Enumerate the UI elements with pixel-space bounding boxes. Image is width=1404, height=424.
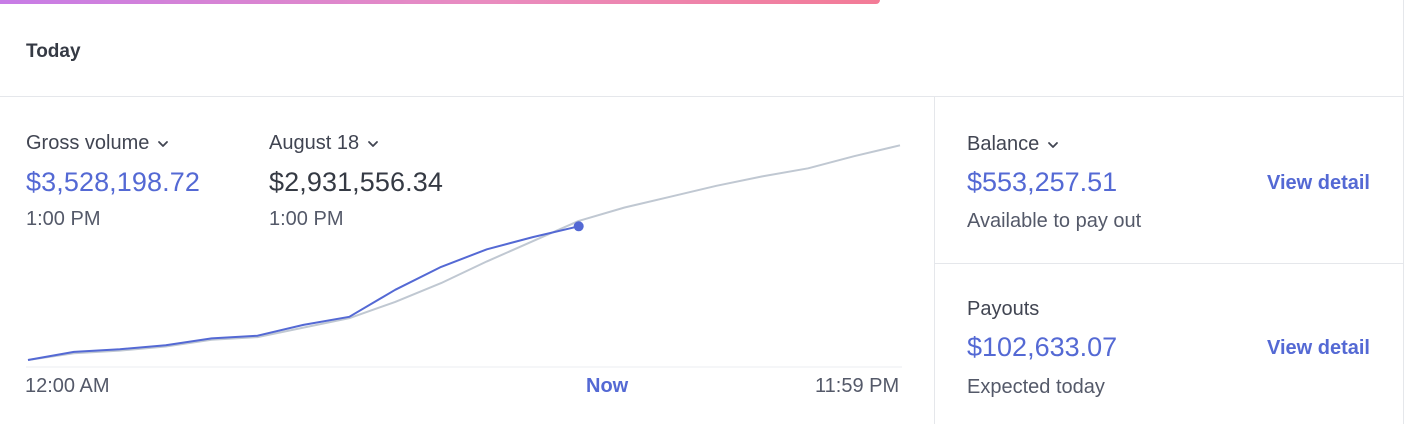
payouts-label: Payouts [967,298,1040,320]
balance-selector[interactable]: Balance [967,133,1059,156]
current-point-marker [573,221,584,232]
gross-volume-section: Gross volume $3,528,198.72 1:00 PM Augus… [0,97,934,424]
payouts-card: Payouts $102,633.07 Expected today View … [935,264,1403,424]
page-title: Today [26,41,81,62]
today-panel: Today Gross volume $3,528,198.72 1:00 PM… [0,0,1404,424]
payouts-view-detail-link[interactable]: View detail [1267,337,1370,360]
gross-volume-chart [26,144,902,368]
sidebar-divider [935,263,1403,264]
payouts-value: $102,633.07 [967,332,1118,362]
chevron-down-icon [1048,141,1059,148]
panel-header: Today [0,4,1404,97]
balance-value: $553,257.51 [967,167,1118,197]
payouts-subtitle: Expected today [967,376,1105,398]
summary-sidebar: Balance $553,257.51 Available to pay out… [935,97,1403,424]
x-tick-end: 11:59 PM [815,375,900,397]
gross-volume-series-line [27,225,579,361]
balance-card: Balance $553,257.51 Available to pay out… [935,97,1403,263]
balance-subtitle: Available to pay out [967,210,1142,232]
comparison-series-line [27,144,901,361]
x-tick-now: Now [586,375,629,397]
balance-label: Balance [967,133,1040,155]
balance-view-detail-link[interactable]: View detail [1267,172,1370,195]
x-tick-start: 12:00 AM [25,375,110,397]
